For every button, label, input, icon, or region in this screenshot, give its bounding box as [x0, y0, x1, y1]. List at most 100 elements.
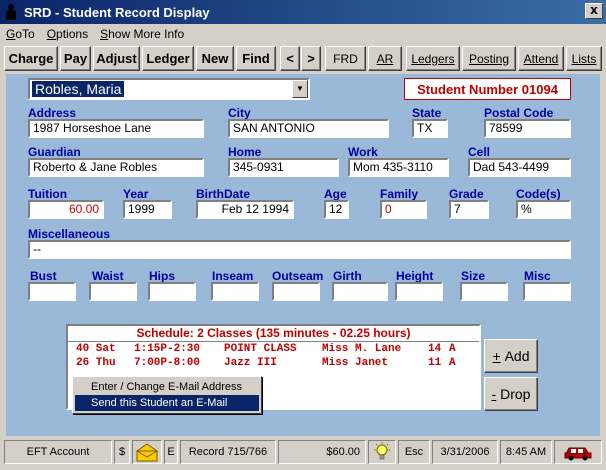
birthdate-label: BirthDate	[196, 187, 251, 201]
prev-record-button[interactable]: <	[280, 46, 300, 71]
window-title: SRD - Student Record Display	[24, 4, 210, 20]
envelope-icon	[135, 443, 159, 462]
waist-label: Waist	[92, 269, 124, 283]
inseam-label: Inseam	[212, 269, 254, 283]
misc-field[interactable]	[523, 282, 571, 301]
e-status[interactable]: E	[164, 440, 178, 464]
car-status-icon[interactable]	[554, 440, 602, 464]
codes-label: Code(s)	[516, 187, 561, 201]
waist-field[interactable]	[89, 282, 137, 301]
guardian-field[interactable]: Roberto & Jane Robles	[28, 158, 204, 177]
girth-field[interactable]	[332, 282, 388, 301]
postal-code-field[interactable]: 78599	[484, 119, 571, 138]
record-status: Record 715/766	[180, 440, 276, 464]
attend-button[interactable]: Attend	[518, 46, 564, 71]
home-label: Home	[228, 145, 262, 159]
eft-account-status[interactable]: EFT Account	[4, 440, 112, 464]
height-field[interactable]	[395, 282, 443, 301]
posting-button[interactable]: Posting	[462, 46, 516, 71]
menu-goto[interactable]: GoTo	[6, 27, 35, 41]
pay-button[interactable]: Pay	[60, 46, 91, 71]
inseam-field[interactable]	[211, 282, 259, 301]
ledger-button[interactable]: Ledger	[142, 46, 194, 71]
menu-options[interactable]: Options	[47, 27, 88, 41]
size-label: Size	[461, 269, 486, 283]
drop-class-button[interactable]: - Drop	[484, 377, 538, 411]
find-button[interactable]: Find	[236, 46, 276, 71]
ar-button[interactable]: AR	[368, 46, 402, 71]
lists-button[interactable]: Lists	[566, 46, 602, 71]
menu-show-more-info[interactable]: Show More Info	[100, 27, 184, 41]
bust-field[interactable]	[28, 282, 76, 301]
student-record-panel: Robles, Maria ▼ Student Number 01094 Add…	[6, 74, 600, 436]
title-bar: SRD - Student Record Display x	[0, 0, 606, 24]
toolbar: Charge Pay Adjust Ledger New Find < > FR…	[0, 45, 606, 73]
tuition-field[interactable]: 60.00	[28, 200, 104, 219]
menu-item-change-email[interactable]: Enter / Change E-Mail Address	[75, 379, 259, 395]
dollar-status[interactable]: $	[114, 440, 130, 464]
cell-phone-field[interactable]: Dad 543-4499	[468, 158, 571, 177]
cell-label: Cell	[468, 145, 491, 159]
add-class-button[interactable]: + Add	[484, 339, 538, 373]
student-number: Student Number 01094	[404, 78, 571, 100]
miscellaneous-field[interactable]: --	[28, 240, 571, 259]
misc-label: Misc	[524, 269, 551, 283]
car-icon	[564, 447, 592, 461]
grade-field[interactable]: 7	[449, 200, 489, 219]
address-field[interactable]: 1987 Horseshoe Lane	[28, 119, 204, 138]
height-label: Height	[396, 269, 434, 283]
close-button[interactable]: x	[585, 3, 603, 19]
date-status: 3/31/2006	[432, 440, 498, 464]
new-button[interactable]: New	[196, 46, 234, 71]
family-label: Family	[380, 187, 419, 201]
email-context-menu: Enter / Change E-Mail Address Send this …	[72, 376, 262, 414]
next-record-button[interactable]: >	[301, 46, 321, 71]
address-label: Address	[28, 106, 77, 120]
menu-bar: GoTo Options Show More Info	[0, 24, 606, 44]
outseam-field[interactable]	[272, 282, 320, 301]
work-label: Work	[348, 145, 378, 159]
family-field[interactable]: 0	[380, 200, 427, 219]
student-name-combo[interactable]: Robles, Maria ▼	[28, 78, 310, 100]
grade-label: Grade	[449, 187, 484, 201]
work-phone-field[interactable]: Mom 435-3110	[348, 158, 449, 177]
schedule-row[interactable]: 40 Sat 1:15P-2:30 POINT CLASS Miss M. La…	[68, 342, 479, 356]
miscellaneous-label: Miscellaneous	[28, 227, 111, 241]
hips-field[interactable]	[148, 282, 196, 301]
home-phone-field[interactable]: 345-0931	[228, 158, 339, 177]
chevron-down-icon[interactable]: ▼	[292, 80, 308, 98]
email-status-icon[interactable]	[132, 440, 162, 464]
schedule-row[interactable]: 26 Thu 7:00P-8:00 Jazz III Miss Janet 11…	[68, 356, 479, 370]
amount-status: $60.00	[278, 440, 366, 464]
age-field[interactable]: 12	[324, 200, 349, 219]
girth-label: Girth	[333, 269, 362, 283]
state-field[interactable]: TX	[412, 119, 448, 138]
size-field[interactable]	[460, 282, 508, 301]
city-field[interactable]: SAN ANTONIO	[228, 119, 389, 138]
year-field[interactable]: 1999	[123, 200, 172, 219]
age-label: Age	[324, 187, 347, 201]
codes-field[interactable]: %	[516, 200, 571, 219]
schedule-title: Schedule: 2 Classes (135 minutes - 02.25…	[68, 326, 479, 342]
birthdate-field[interactable]: Feb 12 1994	[196, 200, 294, 219]
ledgers-button[interactable]: Ledgers	[406, 46, 460, 71]
esc-button[interactable]: Esc	[398, 440, 430, 464]
menu-item-send-email[interactable]: Send this Student an E-Mail	[75, 395, 259, 411]
city-label: City	[228, 106, 251, 120]
outseam-label: Outseam	[272, 269, 324, 283]
lightbulb-icon	[374, 442, 390, 460]
year-label: Year	[123, 187, 149, 201]
tip-status-icon[interactable]	[368, 440, 396, 464]
student-name-value: Robles, Maria	[32, 81, 125, 97]
state-label: State	[412, 106, 442, 120]
postal-code-label: Postal Code	[484, 106, 554, 120]
adjust-button[interactable]: Adjust	[93, 46, 140, 71]
frd-button[interactable]: FRD	[325, 46, 366, 71]
time-status: 8:45 AM	[500, 440, 552, 464]
person-icon	[4, 4, 18, 20]
guardian-label: Guardian	[28, 145, 81, 159]
charge-button[interactable]: Charge	[4, 46, 58, 71]
bust-label: Bust	[30, 269, 57, 283]
hips-label: Hips	[149, 269, 176, 283]
tuition-label: Tuition	[28, 187, 68, 201]
